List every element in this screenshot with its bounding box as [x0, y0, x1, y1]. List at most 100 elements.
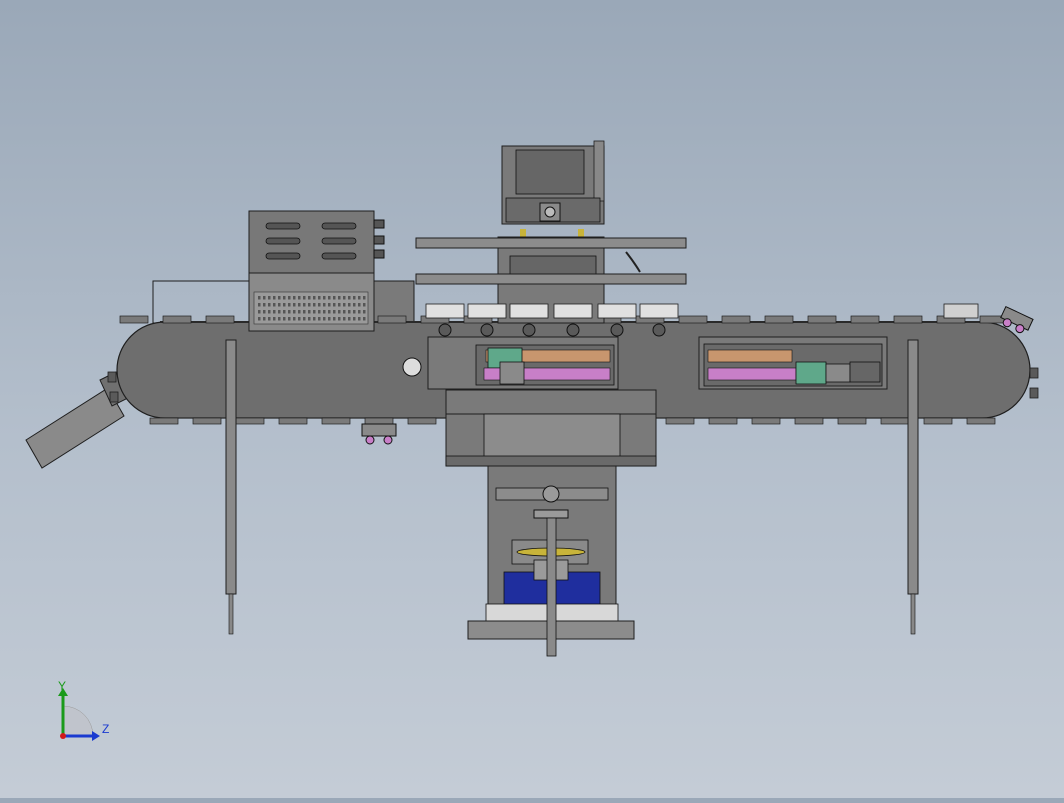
- vent-slot: [263, 303, 266, 307]
- chain-link: [321, 417, 351, 425]
- left-leg: [225, 339, 237, 635]
- vent-slot: [278, 303, 281, 307]
- vent-slot: [358, 317, 361, 321]
- chain-link: [162, 315, 192, 324]
- chain-link: [880, 417, 910, 425]
- vent-slot: [293, 303, 296, 307]
- vent-slot: [358, 296, 361, 300]
- vent-slot: [333, 296, 336, 300]
- vent-slot: [318, 317, 321, 321]
- carrier-roller: [438, 323, 452, 337]
- carrier-block: [509, 303, 549, 319]
- vent-slot: [333, 317, 336, 321]
- cad-viewport[interactable]: Y Z: [0, 0, 1064, 798]
- electrical-box: [248, 210, 385, 332]
- vent-slot: [328, 317, 331, 321]
- vent-slot: [303, 303, 306, 307]
- vent-slot: [293, 317, 296, 321]
- vent-slot: [343, 296, 346, 300]
- vent-slot: [313, 303, 316, 307]
- vent-slot: [323, 303, 326, 307]
- chain-link: [751, 417, 781, 425]
- vent-slot: [348, 296, 351, 300]
- y-axis-label: Y: [58, 679, 66, 693]
- vent-slot: [343, 303, 346, 307]
- vent-slot: [358, 310, 361, 314]
- vent-slot: [283, 317, 286, 321]
- vent-slot: [318, 296, 321, 300]
- vent-slot: [363, 296, 366, 300]
- vent-slot: [288, 296, 291, 300]
- vent-slot: [318, 303, 321, 307]
- vent-slot: [278, 317, 281, 321]
- cad-model-view: Y Z: [25, 140, 1039, 741]
- vent-slot: [273, 296, 276, 300]
- vent-slot: [258, 296, 261, 300]
- vent-slot: [283, 296, 286, 300]
- chain-link: [966, 417, 996, 425]
- vent-slot: [353, 310, 356, 314]
- vent-slot: [268, 296, 271, 300]
- vent-slot: [268, 303, 271, 307]
- vent-slot: [323, 317, 326, 321]
- lower-press: [467, 465, 635, 657]
- chain-link: [893, 315, 923, 324]
- vent-slot: [363, 310, 366, 314]
- vent-slot: [303, 317, 306, 321]
- vent-slot: [313, 310, 316, 314]
- vent-slot: [273, 317, 276, 321]
- vent-slot: [308, 317, 311, 321]
- vent-slot: [313, 296, 316, 300]
- vent-slot: [338, 310, 341, 314]
- vent-slot: [308, 296, 311, 300]
- vent-slot: [328, 296, 331, 300]
- vent-slot: [288, 303, 291, 307]
- carrier-block: [425, 303, 465, 319]
- vent-slot: [323, 310, 326, 314]
- chain-link: [923, 417, 953, 425]
- chain-link: [678, 315, 708, 324]
- lower-rail: [415, 273, 687, 285]
- chain-link: [364, 417, 394, 425]
- carrier-roller: [480, 323, 494, 337]
- right-screw-drive: [698, 336, 888, 390]
- vent-slot: [333, 310, 336, 314]
- vent-slot: [353, 317, 356, 321]
- vent-slot: [318, 310, 321, 314]
- carrier-roller: [522, 323, 536, 337]
- press-head: [497, 140, 641, 324]
- x-axis-dot: [60, 733, 66, 739]
- chain-link: [665, 417, 695, 425]
- vent-slot: [303, 310, 306, 314]
- vent-slot: [288, 317, 291, 321]
- vent-slot: [263, 310, 266, 314]
- vent-slot: [298, 303, 301, 307]
- vent-slot: [348, 317, 351, 321]
- vent-slot: [343, 310, 346, 314]
- left-chute: [25, 371, 129, 469]
- chain-link: [837, 417, 867, 425]
- chain-link: [119, 315, 149, 324]
- chain-link: [850, 315, 880, 324]
- vent-slot: [313, 317, 316, 321]
- vent-slot: [303, 296, 306, 300]
- vent-slot: [338, 296, 341, 300]
- central-frame: [445, 389, 657, 467]
- vent-slot: [308, 310, 311, 314]
- vent-slot: [278, 310, 281, 314]
- carrier-block: [553, 303, 593, 319]
- vent-slot: [268, 310, 271, 314]
- chain-link: [377, 315, 407, 324]
- vent-slot: [343, 317, 346, 321]
- vent-slot: [328, 310, 331, 314]
- vent-slot: [298, 310, 301, 314]
- vent-slot: [293, 296, 296, 300]
- left-screw-drive: [427, 336, 619, 390]
- carrier-block: [639, 303, 679, 319]
- chain-link: [235, 417, 265, 425]
- vent-slot: [258, 303, 261, 307]
- vent-slot: [348, 310, 351, 314]
- vent-slot: [353, 296, 356, 300]
- vent-slot: [298, 296, 301, 300]
- vent-slot: [263, 317, 266, 321]
